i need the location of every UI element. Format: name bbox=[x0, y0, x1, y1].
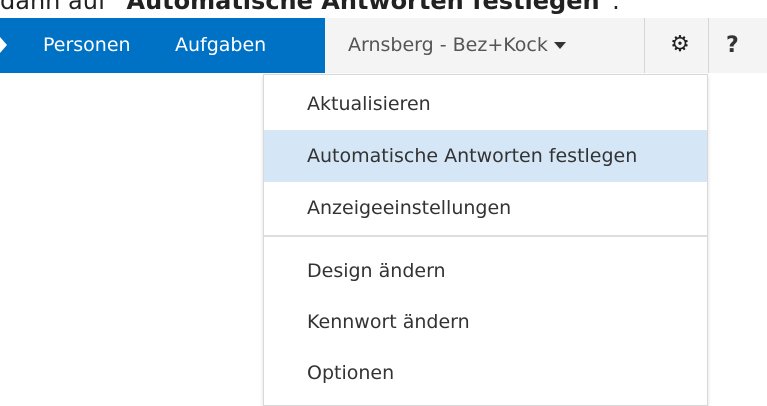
help-button[interactable]: ? bbox=[726, 18, 739, 73]
account-name: Arnsberg - Bez+Kock bbox=[348, 34, 548, 56]
menu-item-optionen[interactable]: Optionen bbox=[264, 347, 707, 399]
menu-item-aktualisieren[interactable]: Aktualisieren bbox=[264, 78, 707, 130]
nav-item-aufgaben[interactable]: Aufgaben bbox=[175, 18, 266, 73]
toolbar-divider bbox=[708, 18, 709, 73]
menu-item-design-aendern[interactable]: Design ändern bbox=[264, 245, 707, 297]
account-dropdown[interactable]: Arnsberg - Bez+Kock bbox=[348, 18, 566, 73]
settings-menu: Aktualisieren Automatische Antworten fes… bbox=[263, 74, 708, 406]
menu-item-automatische-antworten[interactable]: Automatische Antworten festlegen bbox=[264, 130, 707, 182]
nav-arrow-icon bbox=[0, 37, 7, 53]
caption-suffix: . bbox=[612, 0, 620, 15]
nav-item-personen[interactable]: Personen bbox=[43, 18, 131, 73]
caption-prefix: dann auf bbox=[0, 0, 114, 15]
menu-item-kennwort-aendern[interactable]: Kennwort ändern bbox=[264, 296, 707, 348]
menu-divider bbox=[264, 235, 707, 237]
menu-item-anzeigeeinstellungen[interactable]: Anzeigeeinstellungen bbox=[264, 182, 707, 234]
instruction-caption: dann auf "Automatische Antworten festleg… bbox=[0, 0, 767, 16]
toolbar-divider bbox=[644, 18, 645, 73]
caption-emphasis: "Automatische Antworten festlegen" bbox=[114, 0, 613, 15]
gear-icon: ⚙ bbox=[670, 32, 690, 57]
top-navigation-bar: Personen Aufgaben Arnsberg - Bez+Kock ⚙ … bbox=[0, 18, 767, 73]
settings-gear-button[interactable]: ⚙ bbox=[668, 32, 692, 58]
help-icon: ? bbox=[726, 33, 739, 58]
app-nav-strip: Personen Aufgaben bbox=[0, 18, 325, 73]
chevron-down-icon bbox=[553, 42, 566, 49]
